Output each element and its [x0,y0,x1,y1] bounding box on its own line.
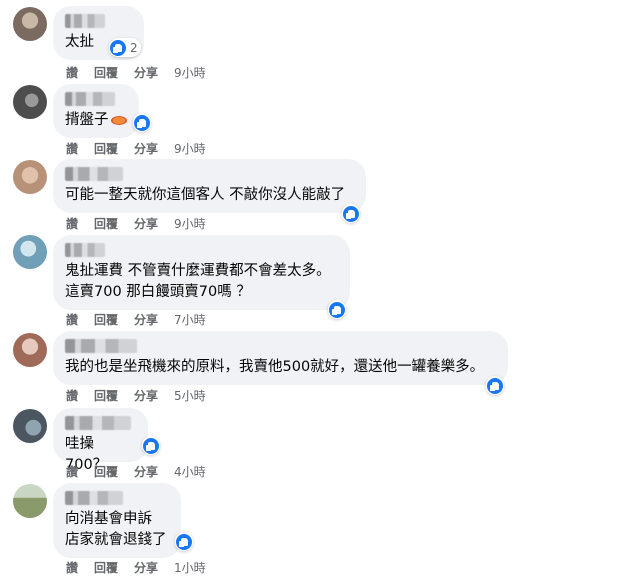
comment-actions: 讚 回覆 分享 9小時 [66,64,222,81]
author-name[interactable] [65,14,105,28]
reaction-count[interactable] [342,204,360,223]
author-name[interactable] [65,491,123,505]
reaction-count[interactable] [328,300,346,319]
like-button[interactable]: 讚 [66,387,78,404]
comment-text: 可能一整天就你這個客人 不敲你沒人能敲了 [65,187,346,203]
like-button[interactable]: 讚 [66,311,78,328]
avatar[interactable] [13,85,47,119]
avatar[interactable] [13,333,47,367]
comment-text: 向消基會申訴 店家就會退錢了 [65,511,167,548]
like-button[interactable]: 讚 [66,559,78,576]
timestamp[interactable]: 4小時 [174,463,206,480]
author-name[interactable] [65,339,137,353]
timestamp[interactable]: 1小時 [174,559,206,576]
share-button[interactable]: 分享 [134,215,158,232]
author-name[interactable] [65,92,115,106]
reply-button[interactable]: 回覆 [94,64,118,81]
share-button[interactable]: 分享 [134,387,158,404]
comment-bubble: 我的也是坐飛機來的原料，我賣他500就好，還送他一罐養樂多。 [53,331,508,385]
comment-bubble: 哇操700？ [53,408,148,473]
avatar[interactable] [13,160,47,194]
like-button[interactable]: 讚 [66,140,78,157]
author-name[interactable] [65,416,131,430]
comment-actions: 讚 回覆 分享 7小時 [66,311,222,328]
timestamp[interactable]: 9小時 [174,215,206,232]
reply-button[interactable]: 回覆 [94,463,118,480]
like-reaction-icon [134,114,150,131]
comment-actions: 讚 回覆 分享 5小時 [66,387,222,404]
comment-bubble: 向消基會申訴 店家就會退錢了 [53,483,181,558]
reaction-number: 2 [130,40,138,55]
comment-bubble: 揹盤子 [53,84,139,138]
reaction-count[interactable] [133,113,151,132]
reaction-count[interactable] [486,376,504,395]
like-reaction-icon [487,377,503,394]
comment-actions: 讚 回覆 分享 1小時 [66,559,222,576]
comment-text: 揹盤子 [65,112,109,128]
like-button[interactable]: 讚 [66,463,78,480]
share-button[interactable]: 分享 [134,559,158,576]
comment-bubble: 可能一整天就你這個客人 不敲你沒人能敲了 [53,159,366,213]
author-name[interactable] [65,167,123,181]
comment-bubble: 鬼扯運費 不管賣什麼運費都不會差太多。 這賣700 那白饅頭賣70嗎 ？ [53,235,350,310]
like-reaction-icon [176,533,192,550]
avatar[interactable] [13,235,47,269]
like-reaction-icon [110,39,126,56]
like-reaction-icon [329,301,345,318]
reaction-count[interactable] [142,436,160,455]
comment-actions: 讚 回覆 分享 9小時 [66,140,222,157]
reply-button[interactable]: 回覆 [94,559,118,576]
comment-text: 鬼扯運費 不管賣什麼運費都不會差太多。 這賣700 那白饅頭賣70嗎 ？ [65,263,331,300]
like-reaction-icon [343,205,359,222]
author-name[interactable] [65,243,105,257]
plate-icon [110,115,127,125]
avatar[interactable] [13,409,47,443]
reply-button[interactable]: 回覆 [94,311,118,328]
timestamp[interactable]: 9小時 [174,140,206,157]
like-reaction-icon [143,437,159,454]
avatar[interactable] [13,7,47,41]
comment-actions: 讚 回覆 分享 9小時 [66,215,222,232]
like-button[interactable]: 讚 [66,215,78,232]
share-button[interactable]: 分享 [134,311,158,328]
comment-actions: 讚 回覆 分享 4小時 [66,463,222,480]
reply-button[interactable]: 回覆 [94,387,118,404]
comment-text: 我的也是坐飛機來的原料，我賣他500就好，還送他一罐養樂多。 [65,359,485,375]
timestamp[interactable]: 7小時 [174,311,206,328]
timestamp[interactable]: 9小時 [174,64,206,81]
like-button[interactable]: 讚 [66,64,78,81]
reply-button[interactable]: 回覆 [94,140,118,157]
share-button[interactable]: 分享 [134,463,158,480]
reaction-count[interactable] [175,532,193,551]
timestamp[interactable]: 5小時 [174,387,206,404]
share-button[interactable]: 分享 [134,140,158,157]
avatar[interactable] [13,484,47,518]
share-button[interactable]: 分享 [134,64,158,81]
reply-button[interactable]: 回覆 [94,215,118,232]
reaction-count[interactable]: 2 [109,38,141,57]
